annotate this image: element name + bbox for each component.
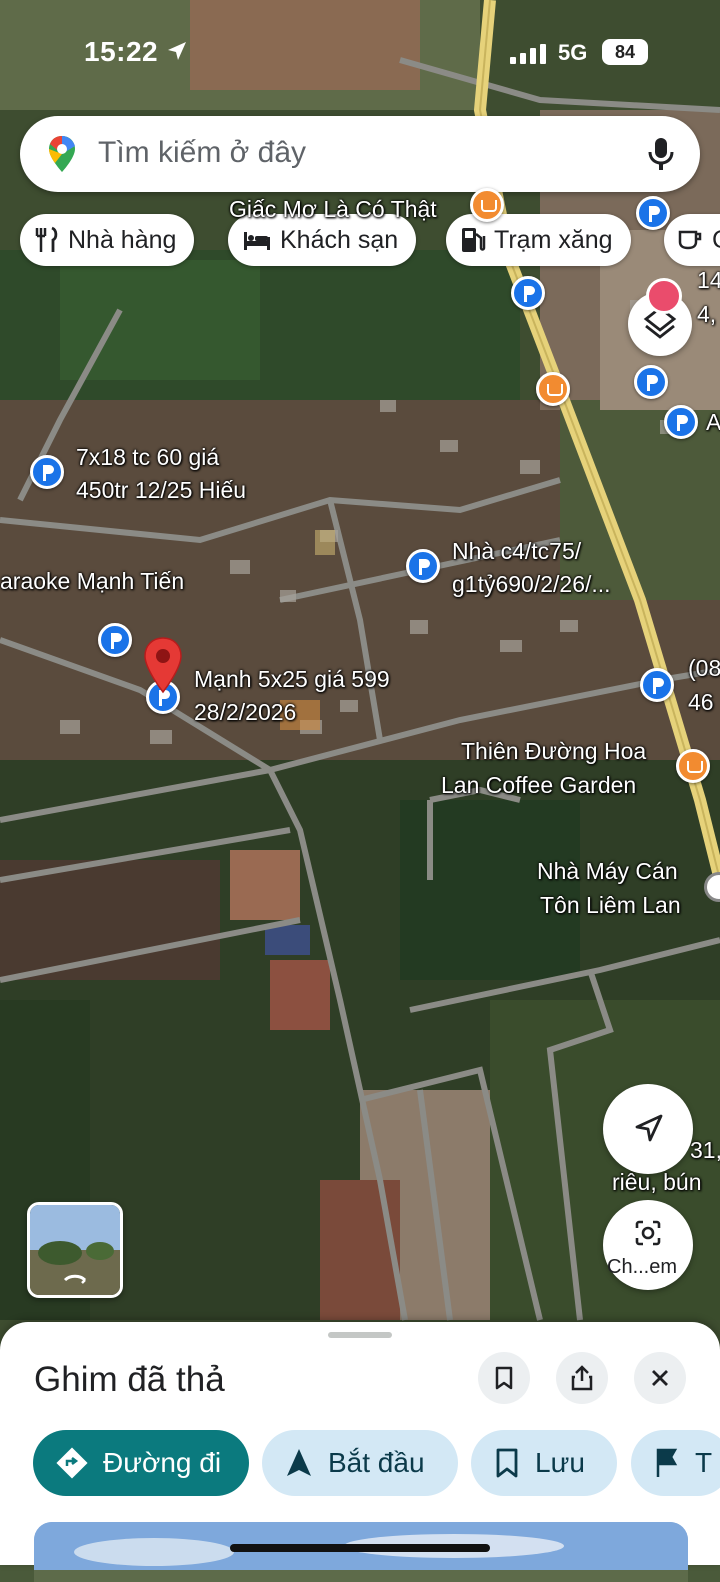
map-label: Mạnh 5x25 giá 599 [194,666,390,692]
map-label: Lan Coffee Garden [441,772,637,798]
navigation-arrow-icon [287,1449,311,1476]
google-maps-pin-icon [49,136,75,172]
sheet-drag-handle[interactable] [328,1332,392,1338]
listing-marker[interactable] [640,668,674,702]
sheet-title: Ghim đã thả [34,1360,225,1399]
close-icon [652,1370,668,1386]
action-label: Lưu [535,1447,585,1478]
bookmark-icon [495,1366,513,1390]
map-label: Thiên Đường Hoa [461,738,647,764]
coffee-place-marker[interactable] [676,749,710,783]
map-label: (08 [688,655,720,681]
listing-marker[interactable] [636,196,670,230]
chip-restaurants[interactable]: Nhà hàng [20,214,195,266]
place-photo-image [34,1522,688,1582]
map-label: 28/2/2026 [194,699,297,725]
map-label: A [706,409,720,435]
search-input[interactable]: Tìm kiếm ở đây [98,136,306,170]
listing-marker[interactable] [664,405,698,439]
map-label: 4, [697,301,717,327]
network-type: 5G [558,40,588,65]
bookmark-icon [496,1448,518,1478]
camera-lens-icon [635,1220,661,1246]
place-marker[interactable] [646,278,682,314]
street-view-image [30,1205,120,1295]
chip-label: C [712,226,720,255]
gas-station-icon [462,228,486,252]
start-button[interactable]: Bắt đầu [262,1430,458,1496]
directions-icon [56,1447,88,1479]
directions-button[interactable]: Đường đi [33,1430,249,1496]
close-button[interactable] [634,1352,686,1404]
listing-marker[interactable] [511,276,545,310]
map-label: 14 [697,267,720,293]
chip-label: Khách sạn [280,225,399,254]
coffee-place-marker[interactable] [470,188,504,222]
map-label: araoke Mạnh Tiến [0,568,185,594]
share-icon [571,1365,593,1391]
map-label: 46 [688,689,714,715]
home-indicator [230,1544,490,1552]
action-label: T [695,1447,713,1478]
label-button[interactable]: T [631,1430,720,1496]
signal-bars-icon [510,44,546,64]
map-label: 7x18 tc 60 giá [76,444,220,470]
dropped-pin-icon[interactable] [141,636,185,694]
fork-knife-icon [35,226,58,252]
map-label: Tôn Liêm Lan [540,892,681,918]
save-bookmark-button[interactable] [478,1352,530,1404]
flag-icon [656,1448,678,1477]
map-label: g1tỷ690/2/26/... [452,571,611,597]
bed-icon [244,232,270,250]
save-button[interactable]: Lưu [471,1430,617,1496]
search-bar[interactable]: Tìm kiếm ở đây [20,116,700,192]
chip-label: Trạm xăng [494,225,613,254]
navigation-arrow-icon [635,1114,663,1142]
status-time: 15:22 [84,36,159,67]
chip-label: Nhà hàng [68,225,177,254]
microphone-icon[interactable] [646,136,676,172]
battery-level: 84 [602,39,648,65]
chip-gas-stations[interactable]: Trạm xăng [446,214,631,266]
listing-marker[interactable] [30,455,64,489]
map-label: Nhà c4/tc75/ [452,538,582,564]
location-arrow-icon [168,42,186,60]
listing-marker[interactable] [406,549,440,583]
coffee-icon [678,230,702,250]
listing-marker[interactable] [98,623,132,657]
listing-marker[interactable] [634,365,668,399]
map-label: Giấc Mơ Là Có Thật [229,196,437,222]
map-label: Nhà Máy Cán [537,858,678,884]
action-label: Bắt đầu [328,1447,425,1478]
map-label: 31, [690,1137,720,1163]
my-location-button[interactable] [603,1084,693,1174]
lens-button[interactable]: Ch...em [603,1200,693,1290]
action-label: Đường đi [103,1447,222,1478]
chip-coffee[interactable]: C [664,214,720,266]
lens-button-label: Ch...em [607,1256,678,1278]
bottom-sheet[interactable]: Ghim đã thả Đường đi Bắt đầu Lưu T [0,1322,720,1582]
coffee-place-marker[interactable] [536,372,570,406]
share-button[interactable] [556,1352,608,1404]
place-photo[interactable] [34,1522,688,1582]
status-bar: 15:22 5G 84 [0,0,720,100]
map-label: 450tr 12/25 Hiếu [76,477,247,503]
street-view-thumbnail[interactable] [27,1202,123,1298]
